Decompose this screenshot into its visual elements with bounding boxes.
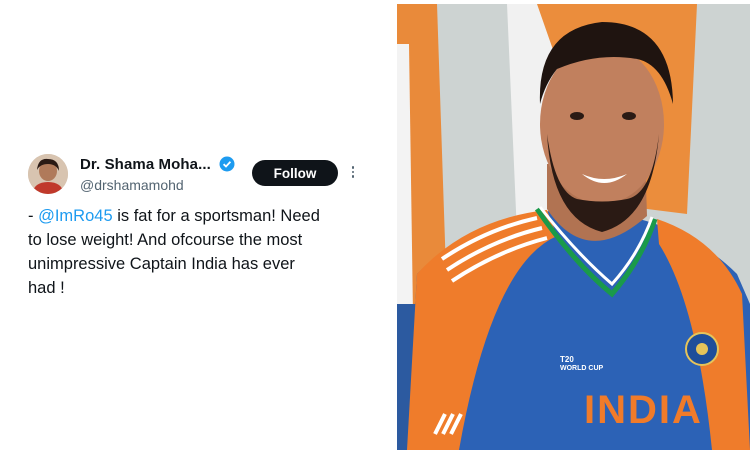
follow-button[interactable]: Follow — [252, 160, 338, 186]
display-name-row: Dr. Shama Moha... — [80, 156, 235, 174]
logo-text-world-cup: WORLD CUP — [560, 365, 604, 372]
logo-text-t20: T20 — [560, 355, 574, 364]
tweet-line-2: to lose weight! And ofcourse the most — [28, 231, 303, 249]
handle[interactable]: @drshamamohd — [80, 177, 235, 193]
avatar[interactable] — [28, 154, 68, 194]
display-name[interactable]: Dr. Shama Moha... — [80, 156, 211, 173]
verified-badge-icon — [219, 156, 235, 172]
tweet-line-prefix: - — [28, 207, 39, 225]
tweet-card: Dr. Shama Moha... @drshamamohd Follow - … — [0, 0, 396, 450]
tweet-text: - @ImRo45 is fat for a sportsman! Need t… — [28, 204, 368, 300]
more-options-icon[interactable] — [350, 164, 356, 184]
mention-link[interactable]: @ImRo45 — [38, 207, 113, 225]
name-block: Dr. Shama Moha... @drshamamohd — [80, 156, 235, 193]
jersey-text: INDIA — [584, 388, 703, 432]
player-photo — [397, 4, 750, 450]
tweet-line-1-rest: is fat for a sportsman! Need — [112, 207, 320, 225]
tweet-line-4: had ! — [28, 279, 65, 297]
tweet-header: Dr. Shama Moha... @drshamamohd Follow — [28, 154, 368, 198]
tweet-line-3: unimpressive Captain India has ever — [28, 255, 295, 273]
tweet-line-1: - @ImRo45 is fat for a sportsman! Need — [28, 204, 368, 228]
